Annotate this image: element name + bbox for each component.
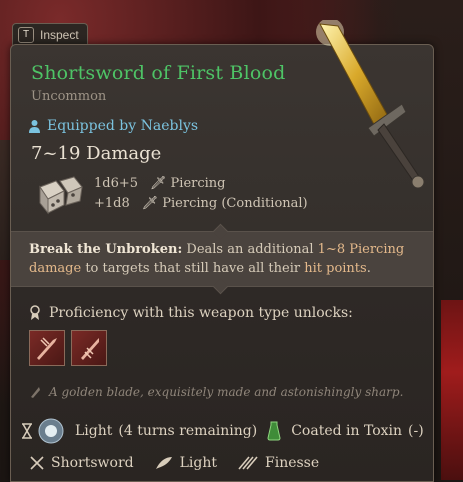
light-spell-icon[interactable] — [37, 417, 65, 445]
passive-damage-range: 1~8 Piercing — [317, 242, 405, 257]
damage-dice-2: +1d8 — [94, 196, 130, 211]
proficiency-icon — [30, 305, 40, 320]
coated-status-value: (-) — [408, 423, 424, 439]
item-rarity: Uncommon — [31, 89, 107, 104]
hourglass-icon — [22, 423, 32, 439]
passive-text: Deals an additional — [186, 242, 314, 257]
character-icon — [29, 119, 40, 133]
status-effects: Light (4 turns remaining) Coated in Toxi… — [21, 417, 424, 445]
proficiency-label: Proficiency with this weapon type unlock… — [49, 305, 353, 321]
quill-icon — [31, 387, 40, 398]
passive-name[interactable]: Break the Unbroken: — [29, 242, 182, 257]
damage-dice-1: 1d6+5 — [94, 176, 139, 191]
property-finesse[interactable]: Finesse — [265, 455, 319, 471]
inspect-key: T — [18, 27, 34, 43]
flavor-label: A golden blade, exquisitely made and ast… — [49, 385, 404, 399]
light-status-remaining: (4 turns remaining) — [118, 423, 258, 439]
property-shortsword[interactable]: Shortsword — [51, 455, 134, 471]
equipped-by: Equipped by Naeblys — [28, 118, 198, 134]
passive-text: . — [366, 261, 371, 276]
damage-type-1: Piercing — [170, 176, 226, 191]
damage-type-2: Piercing (Conditional) — [162, 196, 308, 211]
passive-damage-word: damage — [29, 261, 82, 276]
piercing-icon: 🗡 — [141, 196, 159, 211]
passive-band: Break the Unbroken: Deals an additional … — [11, 223, 433, 295]
hit-points-keyword[interactable]: hit points — [304, 261, 366, 276]
finesse-icon — [238, 456, 258, 470]
piercing-icon: 🗡 — [150, 176, 167, 191]
weapon-action-lacerate-icon[interactable] — [71, 330, 107, 366]
flavor-text: A golden blade, exquisitely made and ast… — [29, 385, 403, 399]
inspect-tab[interactable]: T Inspect — [12, 23, 88, 46]
weapon-properties: Shortsword Light Finesse — [29, 455, 319, 471]
property-light[interactable]: Light — [180, 455, 217, 471]
toxin-icon[interactable] — [267, 421, 281, 441]
damage-row-1: 1d6+5 🗡 Piercing — [94, 176, 226, 191]
item-name: Shortsword of First Blood — [31, 62, 286, 84]
dice-icon — [39, 176, 83, 215]
crossed-swords-icon — [30, 456, 44, 470]
weapon-actions — [29, 330, 107, 366]
damage-range: 7~19 Damage — [31, 143, 162, 164]
coated-status-label: Coated in Toxin — [291, 423, 403, 439]
proficiency-header: Proficiency with this weapon type unlock… — [29, 305, 353, 321]
band-bottom-notch — [212, 278, 229, 295]
equipped-label: Equipped by Naeblys — [47, 118, 199, 134]
inspect-label: Inspect — [40, 28, 79, 42]
passive-description: Break the Unbroken: Deals an additional … — [29, 240, 419, 278]
weapon-action-slash-icon[interactable] — [29, 330, 65, 366]
sword-item-art — [316, 20, 425, 189]
passive-text: to targets that still have all their — [85, 261, 301, 276]
background-element-right — [441, 300, 463, 480]
feather-icon — [155, 457, 172, 469]
light-status-label: Light — [75, 423, 113, 439]
damage-row-2: +1d8 🗡 Piercing (Conditional) — [94, 196, 308, 211]
